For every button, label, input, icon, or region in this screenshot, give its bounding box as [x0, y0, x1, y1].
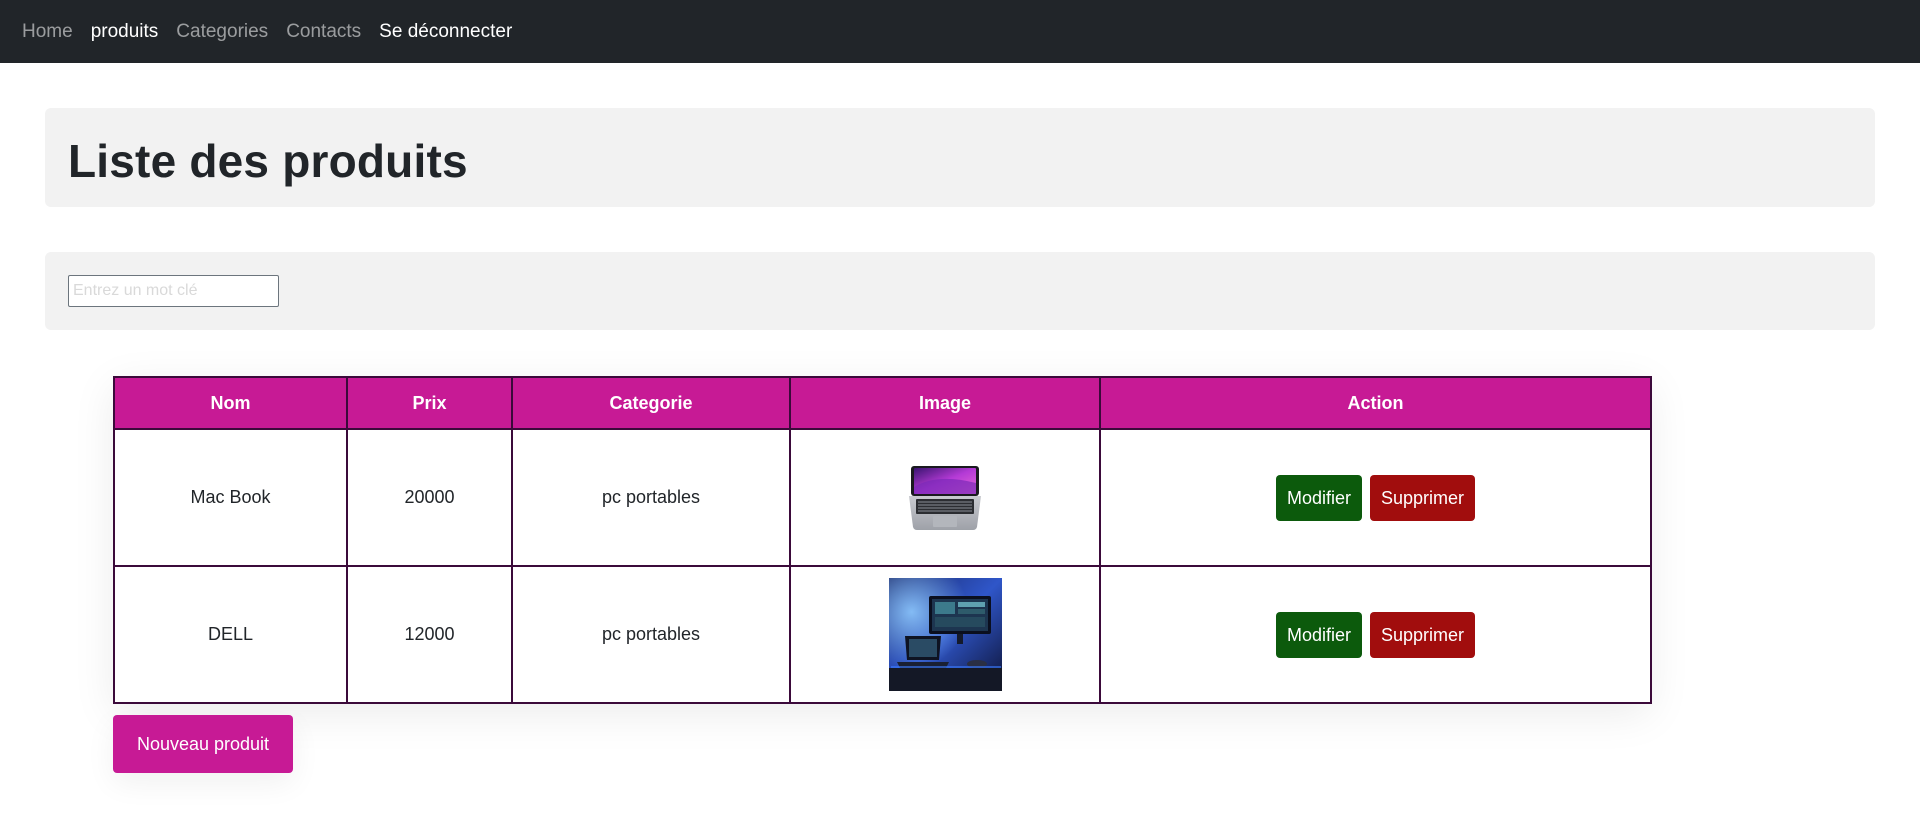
modifier-button[interactable]: Modifier: [1275, 611, 1362, 658]
modifier-button[interactable]: Modifier: [1275, 474, 1362, 521]
supprimer-button[interactable]: Supprimer: [1370, 474, 1476, 521]
table-row: DELL 12000 pc portables Modifier Supprim…: [113, 565, 1652, 704]
dell-setup-image: [888, 578, 1002, 691]
nav-categories[interactable]: Categories: [176, 21, 268, 43]
supprimer-button[interactable]: Supprimer: [1370, 611, 1476, 658]
nav-logout[interactable]: Se déconnecter: [379, 21, 512, 43]
navbar: Home produits Categories Contacts Se déc…: [0, 0, 1920, 63]
products-table-container: Nom Prix Categorie Image Action Mac Book…: [113, 376, 1652, 704]
search-panel: [45, 252, 1875, 330]
cell-action: Modifier Supprimer: [1099, 565, 1652, 704]
cell-prix: 12000: [346, 565, 513, 704]
nav-home[interactable]: Home: [22, 21, 73, 43]
new-product-button[interactable]: Nouveau produit: [113, 715, 293, 773]
cell-nom: DELL: [113, 565, 348, 704]
macbook-image: [907, 462, 983, 533]
cell-image: [789, 428, 1101, 567]
header-nom: Nom: [113, 376, 348, 430]
cell-nom: Mac Book: [113, 428, 348, 567]
cell-categorie: pc portables: [511, 565, 791, 704]
table-header-row: Nom Prix Categorie Image Action: [113, 376, 1652, 430]
header-categorie: Categorie: [511, 376, 791, 430]
header-action: Action: [1099, 376, 1652, 430]
title-panel: Liste des produits: [45, 108, 1875, 207]
nav-produits[interactable]: produits: [91, 21, 159, 43]
cell-action: Modifier Supprimer: [1099, 428, 1652, 567]
search-input[interactable]: [68, 275, 279, 307]
nav-contacts[interactable]: Contacts: [286, 21, 361, 43]
page-title: Liste des produits: [68, 135, 468, 187]
header-prix: Prix: [346, 376, 513, 430]
table-row: Mac Book 20000 pc portables Modifier Sup…: [113, 428, 1652, 567]
products-table: Nom Prix Categorie Image Action Mac Book…: [113, 376, 1652, 704]
cell-image: [789, 565, 1101, 704]
cell-prix: 20000: [346, 428, 513, 567]
header-image: Image: [789, 376, 1101, 430]
cell-categorie: pc portables: [511, 428, 791, 567]
